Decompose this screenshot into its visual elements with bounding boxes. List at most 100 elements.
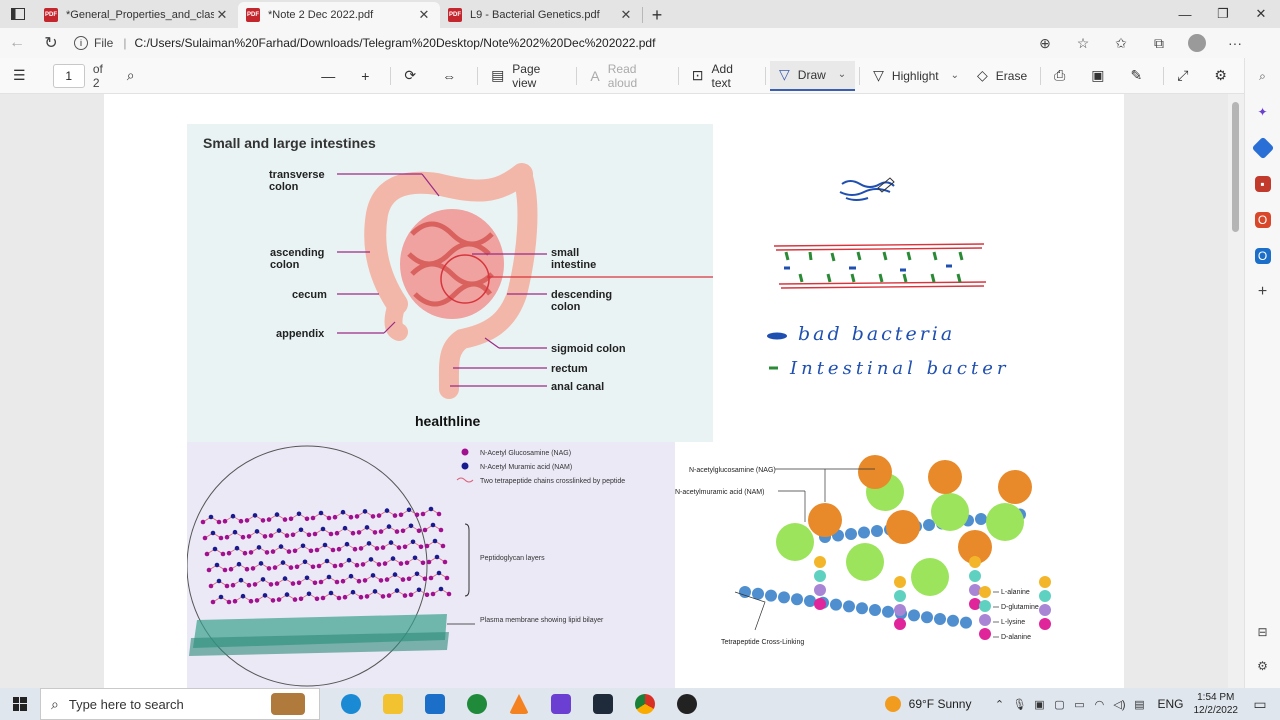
taskbar-app-explorer[interactable] — [372, 688, 414, 720]
sugar-dot — [356, 578, 362, 584]
sugar-dot — [238, 518, 244, 524]
nam-label: N-acetylmuramic acid (NAM) — [675, 489, 764, 496]
notification-icon[interactable]: ▭ — [1250, 696, 1270, 713]
vertical-scrollbar[interactable] — [1228, 94, 1244, 688]
page-number-input[interactable]: 1 — [52, 63, 85, 88]
find-button[interactable]: ⌕ — [118, 61, 152, 91]
taskbar-search-input[interactable]: ⌕ Type here to search — [40, 688, 320, 720]
add-text-button[interactable]: ⊡ Add text — [683, 61, 761, 91]
sugar-dot — [334, 579, 340, 585]
more-icon[interactable]: ··· — [1216, 35, 1254, 51]
split-screen-icon[interactable]: ⊟ — [1255, 624, 1271, 640]
tab-bacterial-genetics[interactable]: PDF L9 - Bacterial Genetics.pdf ✕ — [440, 2, 642, 28]
avatar[interactable] — [1188, 34, 1206, 52]
read-aloud-button[interactable]: A Read aloud — [581, 61, 673, 91]
taskbar-app-mail[interactable] — [414, 688, 456, 720]
zoom-in-button[interactable]: + — [352, 61, 386, 91]
sugar-dot — [274, 581, 280, 586]
tray-app-icon[interactable]: ▢ — [1049, 698, 1069, 711]
sugar-dot — [250, 566, 256, 571]
tab-general-properties[interactable]: PDF *General_Properties_and_classific ✕ — [36, 2, 238, 28]
back-icon[interactable]: ← — [0, 34, 34, 52]
new-tab-button[interactable]: + — [643, 2, 671, 28]
chevron-down-icon[interactable]: ⌄ — [838, 69, 846, 80]
print-button[interactable]: ⎙ — [1045, 61, 1082, 91]
wifi-icon[interactable]: ◠ — [1089, 698, 1109, 711]
favorites-icon[interactable]: ✩ — [1102, 35, 1140, 52]
favorite-add-icon[interactable]: ☆ — [1064, 35, 1102, 52]
zoom-icon[interactable]: ⊕ — [1026, 35, 1064, 52]
office-icon[interactable]: O — [1254, 212, 1271, 228]
label-appendix: appendix — [276, 328, 325, 340]
tools-icon[interactable]: ▪ — [1254, 176, 1271, 192]
amino-acid-bead — [894, 576, 906, 588]
start-button[interactable] — [0, 697, 40, 711]
tray-app-icon[interactable]: ▣ — [1029, 698, 1049, 711]
taskbar-app-edge[interactable] — [330, 688, 372, 720]
page-view-button[interactable]: ▤ Page view — [482, 61, 572, 91]
settings-icon[interactable]: ⚙ — [1255, 658, 1271, 674]
amino-acid-bead — [969, 598, 981, 610]
url-field[interactable]: i File | C:/Users/Sulaiman%20Farhad/Down… — [74, 31, 1026, 55]
peptidoglycan-diagram: N-Acetyl Glucosamine (NAG) N-Acetyl Mura… — [187, 445, 625, 687]
label-sigmoid-colon: sigmoid colon — [551, 343, 626, 355]
volume-icon[interactable]: ◁) — [1109, 698, 1129, 711]
taskbar-app-xbox[interactable] — [456, 688, 498, 720]
info-icon[interactable]: i — [74, 36, 88, 50]
battery-icon[interactable]: ▭ — [1069, 698, 1089, 711]
language-indicator[interactable]: ENG — [1157, 697, 1183, 711]
zoom-out-button[interactable]: — — [312, 61, 352, 91]
sugar-dot — [290, 532, 296, 538]
add-icon[interactable]: + — [1255, 283, 1271, 300]
scrollbar-thumb[interactable] — [1232, 102, 1239, 232]
search-icon[interactable]: ⌕ — [1255, 68, 1271, 84]
chevron-up-icon[interactable]: ⌃ — [989, 698, 1009, 711]
sugar-dot — [402, 544, 408, 550]
sugar-dot — [262, 593, 268, 598]
outlook-icon[interactable]: O — [1254, 248, 1271, 264]
weather-widget[interactable]: 69°F Sunny — [884, 696, 971, 712]
tab-actions-button[interactable] — [0, 0, 36, 28]
taskbar-app-chrome[interactable] — [624, 688, 666, 720]
fullscreen-button[interactable]: ⤢ — [1168, 61, 1205, 91]
divider — [477, 66, 479, 85]
backbone-bead — [739, 586, 751, 598]
taskbar-app-purple[interactable] — [540, 688, 582, 720]
amino-acid-bead — [814, 556, 826, 568]
chevron-down-icon[interactable]: ⌄ — [951, 70, 959, 81]
taskbar-app-media[interactable] — [582, 688, 624, 720]
tab-note-2-dec[interactable]: PDF *Note 2 Dec 2022.pdf ✕ — [238, 2, 440, 28]
collections-icon[interactable]: ⧉ — [1140, 35, 1178, 52]
close-icon[interactable]: ✕ — [214, 7, 230, 23]
clock[interactable]: 1:54 PM 12/2/2022 — [1194, 691, 1239, 717]
highlight-button[interactable]: ▽ Highlight ⌄ — [864, 61, 968, 91]
sugar-dot — [326, 515, 332, 521]
close-icon[interactable]: ✕ — [618, 7, 634, 23]
copilot-icon[interactable]: ✦ — [1255, 104, 1271, 120]
shopping-icon[interactable] — [1251, 136, 1274, 160]
taskbar-app-vlc[interactable] — [498, 688, 540, 720]
restore-icon[interactable]: ❐ — [1204, 0, 1242, 28]
sugar-dot — [246, 582, 252, 588]
minimize-icon[interactable]: — — [1166, 0, 1204, 28]
close-window-icon[interactable]: ✕ — [1242, 0, 1280, 28]
contents-button[interactable]: ☰ — [4, 61, 43, 91]
microphone-icon[interactable]: 🎙 — [1009, 698, 1029, 711]
settings-button[interactable]: ⚙ — [1205, 61, 1244, 91]
window-controls: — ❐ ✕ — [1166, 0, 1280, 28]
rotate-button[interactable]: ⟳ — [395, 61, 433, 91]
sugar-dot — [292, 548, 298, 554]
taskbar-app-dark[interactable] — [666, 688, 708, 720]
amino-acid-bead — [1039, 576, 1051, 588]
pdf-viewport[interactable]: Small and large intestines transverse co… — [0, 94, 1228, 688]
erase-button[interactable]: ◇ Erase — [968, 61, 1036, 91]
sugar-dot — [268, 533, 274, 538]
draw-button[interactable]: ▽ Draw ⌄ — [770, 60, 856, 91]
save-as-button[interactable]: ✎ — [1122, 61, 1160, 91]
refresh-icon[interactable]: ↻ — [34, 33, 68, 53]
pdf-icon: PDF — [246, 8, 260, 22]
close-icon[interactable]: ✕ — [416, 7, 432, 23]
save-button[interactable]: ▣ — [1082, 61, 1121, 91]
fit-page-button[interactable]: ⇔ — [433, 61, 473, 91]
tray-app-icon[interactable]: ▤ — [1129, 698, 1149, 711]
